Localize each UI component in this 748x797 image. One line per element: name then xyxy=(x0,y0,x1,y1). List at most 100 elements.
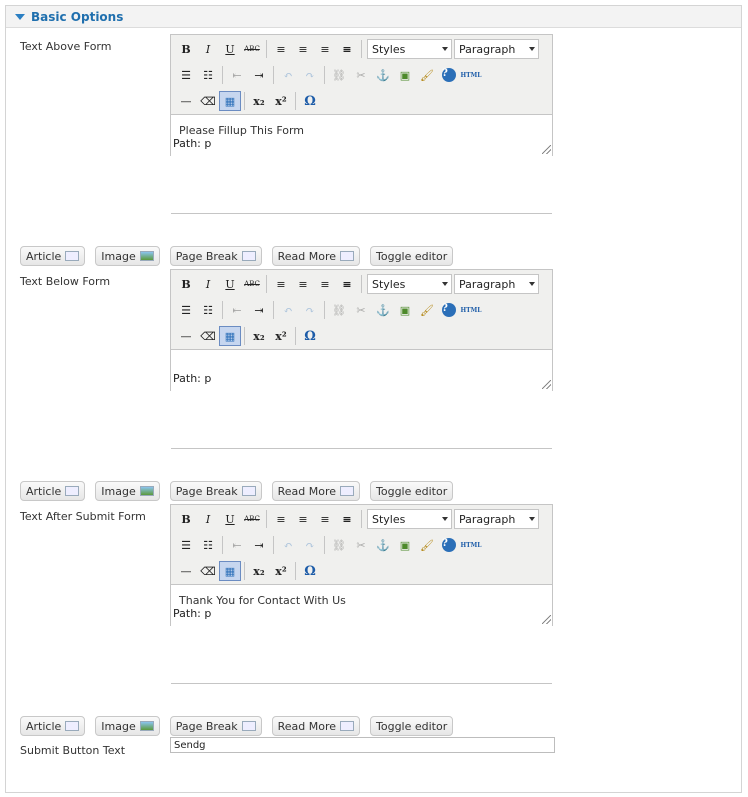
align-left-icon[interactable]: ≡ xyxy=(270,39,292,59)
link-icon[interactable]: ⛓ xyxy=(328,300,350,320)
unlink-icon[interactable]: ✂ xyxy=(350,535,372,555)
align-center-icon[interactable]: ≡ xyxy=(292,274,314,294)
toggle-editor-button[interactable]: Toggle editor xyxy=(370,481,454,501)
panel-header[interactable]: Basic Options xyxy=(6,6,741,28)
align-justify-icon[interactable]: ≡ xyxy=(336,274,358,294)
horizontal-rule-icon[interactable]: — xyxy=(175,326,197,346)
help-icon[interactable]: ? xyxy=(438,65,460,85)
collapse-arrow-icon[interactable] xyxy=(15,14,25,20)
bullet-list-icon[interactable]: ☰ xyxy=(175,65,197,85)
image-button[interactable]: Image xyxy=(95,246,160,266)
help-icon[interactable]: ? xyxy=(438,300,460,320)
underline-icon[interactable]: U xyxy=(219,274,241,294)
html-icon[interactable]: HTML xyxy=(460,300,482,320)
indent-icon[interactable]: ⇥ xyxy=(248,65,270,85)
styles-dropdown[interactable]: Styles xyxy=(367,509,452,529)
underline-icon[interactable]: U xyxy=(219,509,241,529)
page-break-button[interactable]: Page Break xyxy=(169,716,262,736)
align-right-icon[interactable]: ≡ xyxy=(314,274,336,294)
styles-dropdown[interactable]: Styles xyxy=(367,39,452,59)
horizontal-rule-icon[interactable]: — xyxy=(175,91,197,111)
numbered-list-icon[interactable]: ☷ xyxy=(197,300,219,320)
insert-image-icon[interactable]: ▣ xyxy=(394,65,416,85)
resize-handle-icon[interactable] xyxy=(542,145,551,154)
bold-icon[interactable]: B xyxy=(175,274,197,294)
align-center-icon[interactable]: ≡ xyxy=(292,509,314,529)
align-right-icon[interactable]: ≡ xyxy=(314,509,336,529)
read-more-button[interactable]: Read More xyxy=(271,246,360,266)
image-button[interactable]: Image xyxy=(95,716,160,736)
read-more-button[interactable]: Read More xyxy=(271,716,360,736)
italic-icon[interactable]: I xyxy=(197,39,219,59)
special-char-icon[interactable]: Ω xyxy=(299,326,321,346)
cleanup-icon[interactable]: 🖌 xyxy=(416,65,438,85)
link-icon[interactable]: ⛓ xyxy=(328,535,350,555)
redo-icon[interactable]: ↷ xyxy=(299,535,321,555)
align-justify-icon[interactable]: ≡ xyxy=(336,39,358,59)
indent-icon[interactable]: ⇥ xyxy=(248,535,270,555)
bullet-list-icon[interactable]: ☰ xyxy=(175,300,197,320)
strikethrough-icon[interactable]: ABC xyxy=(241,274,263,294)
superscript-icon[interactable]: x² xyxy=(270,326,292,346)
article-button[interactable]: Article xyxy=(20,716,86,736)
visual-aid-icon[interactable]: ▦ xyxy=(219,326,241,346)
bold-icon[interactable]: B xyxy=(175,509,197,529)
resize-handle-icon[interactable] xyxy=(542,380,551,389)
unlink-icon[interactable]: ✂ xyxy=(350,65,372,85)
italic-icon[interactable]: I xyxy=(197,509,219,529)
redo-icon[interactable]: ↷ xyxy=(299,300,321,320)
numbered-list-icon[interactable]: ☷ xyxy=(197,535,219,555)
subscript-icon[interactable]: x₂ xyxy=(248,326,270,346)
html-icon[interactable]: HTML xyxy=(460,65,482,85)
submit-button-text-input[interactable] xyxy=(170,737,555,753)
align-left-icon[interactable]: ≡ xyxy=(270,274,292,294)
help-icon[interactable]: ? xyxy=(438,535,460,555)
undo-icon[interactable]: ↶ xyxy=(277,300,299,320)
outdent-icon[interactable]: ⇤ xyxy=(226,65,248,85)
undo-icon[interactable]: ↶ xyxy=(277,535,299,555)
special-char-icon[interactable]: Ω xyxy=(299,91,321,111)
superscript-icon[interactable]: x² xyxy=(270,561,292,581)
undo-icon[interactable]: ↶ xyxy=(277,65,299,85)
cleanup-icon[interactable]: 🖌 xyxy=(416,300,438,320)
format-dropdown[interactable]: Paragraph xyxy=(454,39,539,59)
format-dropdown[interactable]: Paragraph xyxy=(454,509,539,529)
subscript-icon[interactable]: x₂ xyxy=(248,91,270,111)
strikethrough-icon[interactable]: ABC xyxy=(241,509,263,529)
remove-format-icon[interactable]: ⌫ xyxy=(197,91,219,111)
visual-aid-icon[interactable]: ▦ xyxy=(219,561,241,581)
editor-content-area[interactable] xyxy=(171,349,552,449)
numbered-list-icon[interactable]: ☷ xyxy=(197,65,219,85)
special-char-icon[interactable]: Ω xyxy=(299,561,321,581)
cleanup-icon[interactable]: 🖌 xyxy=(416,535,438,555)
align-left-icon[interactable]: ≡ xyxy=(270,509,292,529)
toggle-editor-button[interactable]: Toggle editor xyxy=(370,716,454,736)
unlink-icon[interactable]: ✂ xyxy=(350,300,372,320)
outdent-icon[interactable]: ⇤ xyxy=(226,535,248,555)
page-break-button[interactable]: Page Break xyxy=(169,246,262,266)
insert-image-icon[interactable]: ▣ xyxy=(394,300,416,320)
page-break-button[interactable]: Page Break xyxy=(169,481,262,501)
html-icon[interactable]: HTML xyxy=(460,535,482,555)
outdent-icon[interactable]: ⇤ xyxy=(226,300,248,320)
editor-content-area[interactable]: Please Fillup This Form xyxy=(171,114,552,214)
italic-icon[interactable]: I xyxy=(197,274,219,294)
format-dropdown[interactable]: Paragraph xyxy=(454,274,539,294)
anchor-icon[interactable]: ⚓ xyxy=(372,300,394,320)
read-more-button[interactable]: Read More xyxy=(271,481,360,501)
image-button[interactable]: Image xyxy=(95,481,160,501)
underline-icon[interactable]: U xyxy=(219,39,241,59)
styles-dropdown[interactable]: Styles xyxy=(367,274,452,294)
align-center-icon[interactable]: ≡ xyxy=(292,39,314,59)
remove-format-icon[interactable]: ⌫ xyxy=(197,326,219,346)
align-justify-icon[interactable]: ≡ xyxy=(336,509,358,529)
anchor-icon[interactable]: ⚓ xyxy=(372,535,394,555)
redo-icon[interactable]: ↷ xyxy=(299,65,321,85)
horizontal-rule-icon[interactable]: — xyxy=(175,561,197,581)
bullet-list-icon[interactable]: ☰ xyxy=(175,535,197,555)
toggle-editor-button[interactable]: Toggle editor xyxy=(370,246,454,266)
editor-content-area[interactable]: Thank You for Contact With Us xyxy=(171,584,552,684)
strikethrough-icon[interactable]: ABC xyxy=(241,39,263,59)
visual-aid-icon[interactable]: ▦ xyxy=(219,91,241,111)
article-button[interactable]: Article xyxy=(20,246,86,266)
